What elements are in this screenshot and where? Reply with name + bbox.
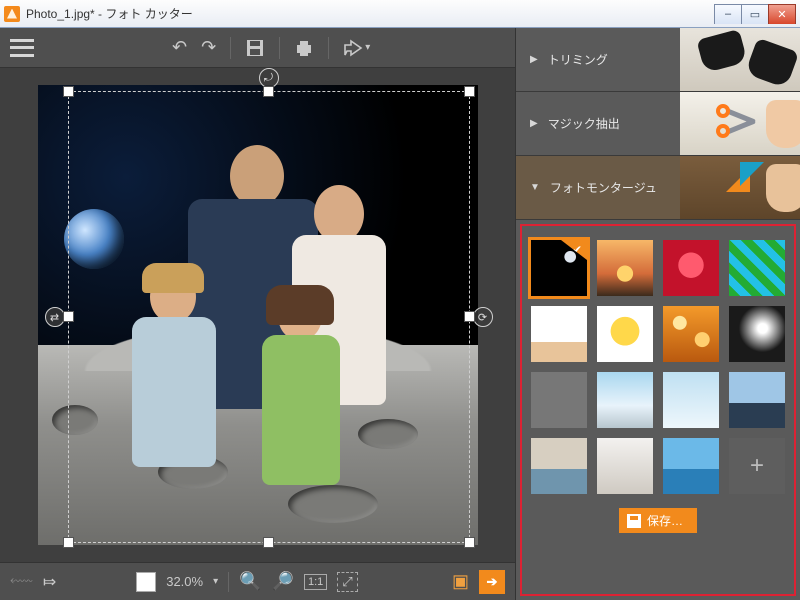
window-titlebar: Photo_1.jpg* - フォト カッター – ▭ ✕ xyxy=(0,0,800,28)
app-icon xyxy=(4,6,20,22)
person-boy xyxy=(124,271,220,511)
zoom-fit-button[interactable]: ⤢ xyxy=(337,572,357,592)
canvas-area[interactable]: ⤾ ⇄ ⟳ xyxy=(0,68,515,562)
window-title: Photo_1.jpg* - フォト カッター xyxy=(26,5,715,22)
resize-handle-tr[interactable] xyxy=(464,86,475,97)
menu-button[interactable] xyxy=(10,39,34,57)
zoom-in-button[interactable]: 🔎 xyxy=(272,571,294,592)
template-white-cat[interactable] xyxy=(531,306,587,362)
main-toolbar: ↶ ↷ ▾ xyxy=(0,28,515,68)
earth-element xyxy=(64,209,124,269)
panel-magic-label: マジック抽出 xyxy=(548,115,620,132)
template-city-skyline[interactable] xyxy=(729,372,785,428)
zoom-actual-button[interactable]: 1:1 xyxy=(304,574,327,590)
composite-image[interactable]: ⤾ ⇄ ⟳ xyxy=(38,85,478,545)
resize-handle-tm[interactable] xyxy=(263,86,274,97)
template-eiffel[interactable] xyxy=(597,372,653,428)
panel-trimming-label: トリミング xyxy=(548,51,608,68)
montage-art xyxy=(680,156,800,219)
template-venice[interactable] xyxy=(531,438,587,494)
save-montage-label: 保存… xyxy=(647,512,683,529)
compare-button[interactable]: ▣ xyxy=(452,571,469,592)
template-cow-field[interactable] xyxy=(531,372,587,428)
side-panel: ▶ トリミング ▶ マジック抽出 ▼ フォトモンタージュ + xyxy=(515,28,800,600)
save-button[interactable] xyxy=(245,38,265,58)
window-close-button[interactable]: ✕ xyxy=(768,4,796,24)
save-icon xyxy=(627,514,641,528)
zoom-dropdown[interactable]: ▾ xyxy=(213,576,218,587)
zoom-out-button[interactable]: 🔍 xyxy=(239,571,261,592)
template-spotlight[interactable] xyxy=(729,306,785,362)
template-grid: + xyxy=(536,240,780,494)
chevron-right-icon: ▶ xyxy=(530,118,538,129)
rotate-handle-top[interactable]: ⤾ xyxy=(259,68,279,88)
template-red-heart[interactable] xyxy=(663,240,719,296)
trimming-art xyxy=(680,28,800,91)
status-bar: ⬳ ⤇ 32.0% ▾ 🔍 🔎 1:1 ⤢ ▣ ➔ xyxy=(0,562,515,600)
montage-panel-body: + 保存… xyxy=(520,224,796,596)
template-tropical-beach[interactable] xyxy=(663,438,719,494)
undo-button[interactable]: ↶ xyxy=(172,37,187,58)
template-snowman[interactable] xyxy=(663,372,719,428)
template-moon[interactable] xyxy=(531,240,587,296)
magic-art xyxy=(680,92,800,155)
resize-handle-tl[interactable] xyxy=(63,86,74,97)
zoom-value[interactable]: 32.0% xyxy=(166,574,203,589)
template-winter-trees[interactable] xyxy=(597,438,653,494)
share-button[interactable]: ▾ xyxy=(343,39,370,57)
window-maximize-button[interactable]: ▭ xyxy=(741,4,769,24)
chevron-down-icon: ▼ xyxy=(530,182,540,193)
canvas-color-swatch[interactable] xyxy=(136,572,156,592)
panel-montage-label: フォトモンタージュ xyxy=(550,179,657,196)
template-cartoon-monster[interactable] xyxy=(597,306,653,362)
person-girl xyxy=(256,291,344,521)
prev-image-button[interactable]: ⬳ xyxy=(10,573,33,591)
print-button[interactable] xyxy=(294,38,314,58)
export-button[interactable]: ➔ xyxy=(479,570,505,594)
redo-button[interactable]: ↷ xyxy=(201,37,216,58)
template-sunset-tree[interactable] xyxy=(597,240,653,296)
panel-trimming[interactable]: ▶ トリミング xyxy=(516,28,800,92)
next-image-button[interactable]: ⤇ xyxy=(43,572,56,592)
panel-magic-extract[interactable]: ▶ マジック抽出 xyxy=(516,92,800,156)
template-comic-pop[interactable] xyxy=(729,240,785,296)
window-minimize-button[interactable]: – xyxy=(714,4,742,24)
template-orange-bokeh[interactable] xyxy=(663,306,719,362)
template-add-button[interactable]: + xyxy=(729,438,785,494)
save-montage-button[interactable]: 保存… xyxy=(619,508,697,533)
panel-photomontage[interactable]: ▼ フォトモンタージュ xyxy=(516,156,800,220)
chevron-right-icon: ▶ xyxy=(530,54,538,65)
